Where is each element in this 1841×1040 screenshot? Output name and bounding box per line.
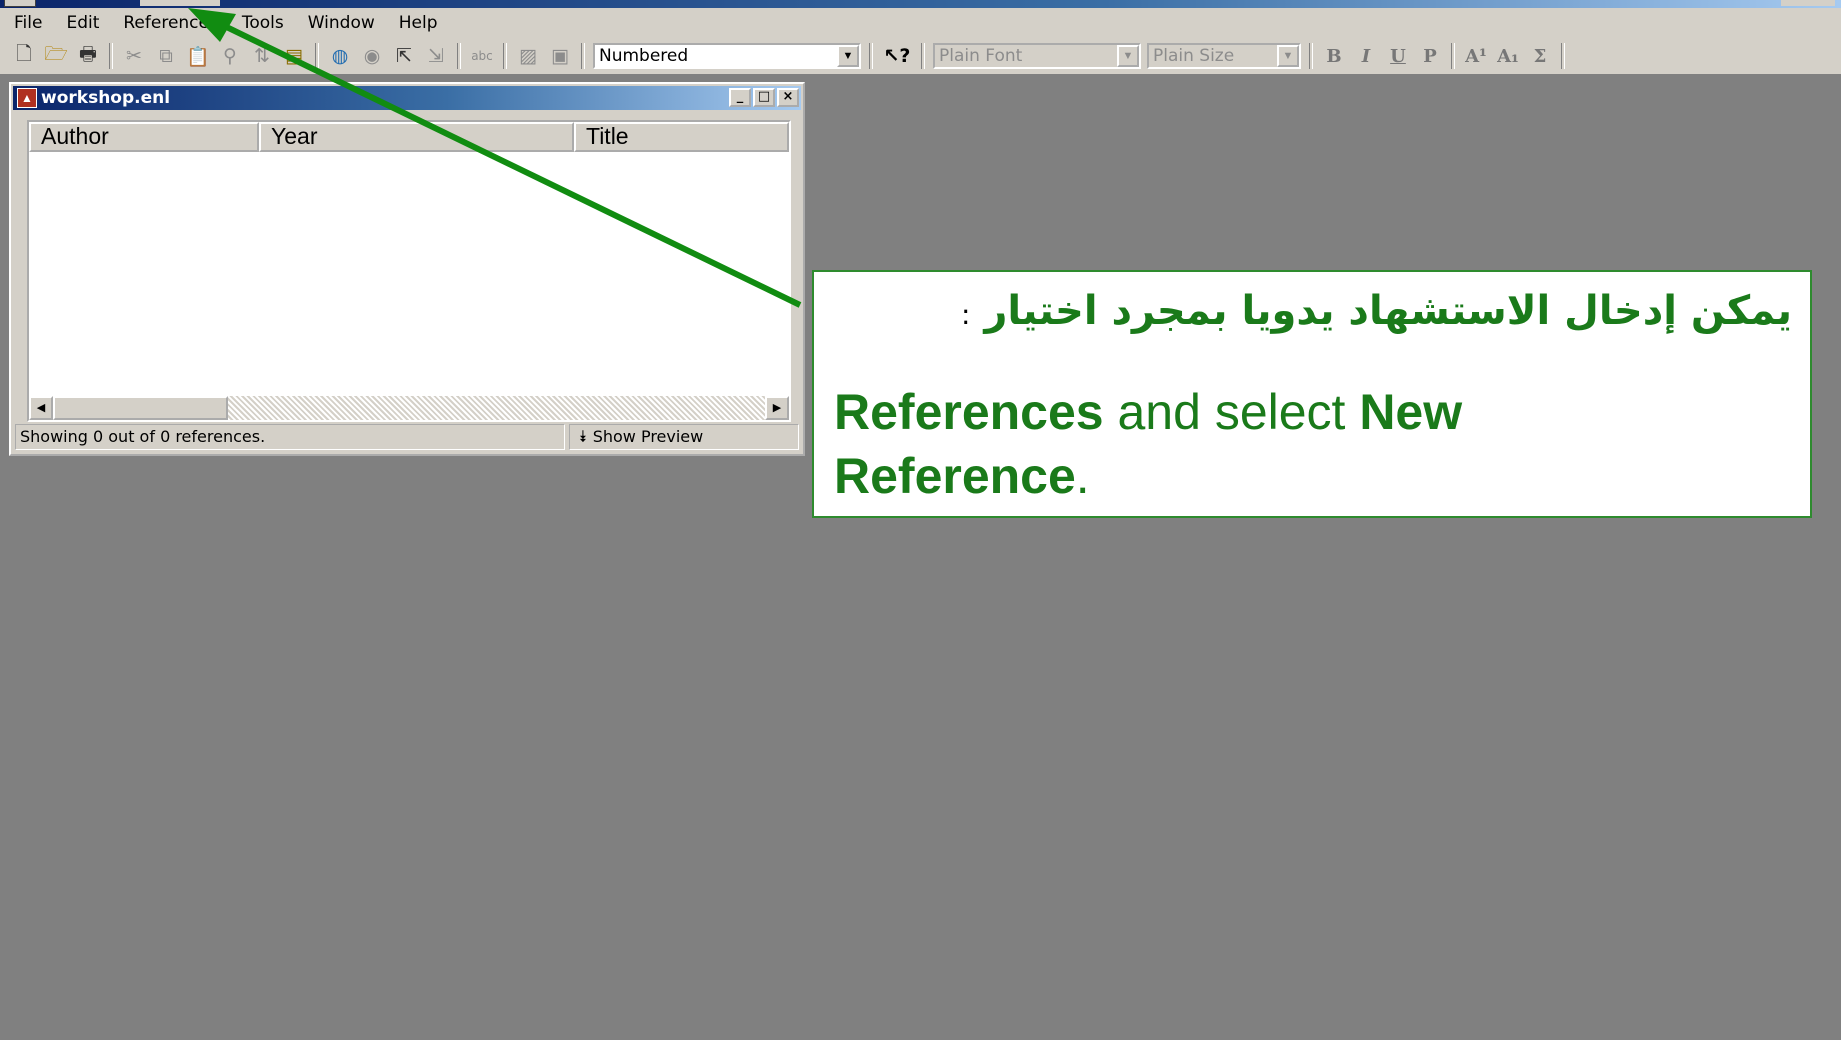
endnote-library-icon: ▲ [17, 88, 37, 108]
reference-list[interactable]: Author Year Title ◀ ▶ [27, 120, 791, 422]
image-icon[interactable]: ▣ [546, 42, 574, 70]
menu-references[interactable]: References [111, 8, 229, 38]
menu-window[interactable]: Window [296, 8, 387, 38]
reference-count-status: Showing 0 out of 0 references. [15, 424, 565, 450]
maximize-icon[interactable]: □ [753, 88, 775, 107]
font-select-value: Plain Font [939, 46, 1023, 66]
find-icon[interactable]: ⚲ [216, 42, 244, 70]
toolbar-separator [1309, 43, 1313, 69]
scroll-right-icon[interactable]: ▶ [765, 396, 789, 420]
callout-arabic-colon: : [960, 298, 971, 331]
column-headers: Author Year Title [29, 122, 789, 152]
toolbar: 🗋 🗁 🖶 ✂ ⧉ 📋 ⚲ ⇅ ▤ ◍ ◉ ⇱ ⇲ abc ▨ ▣ Number… [0, 38, 1841, 75]
figure-icon[interactable]: ▨ [514, 42, 542, 70]
import-icon[interactable]: ⇲ [422, 42, 450, 70]
menu-help[interactable]: Help [387, 8, 450, 38]
globe-icon[interactable]: ◍ [326, 42, 354, 70]
toolbar-separator [921, 43, 925, 69]
help-pointer-icon[interactable]: ↖? [880, 42, 914, 70]
app-title-bar [0, 0, 1841, 8]
search-online-icon[interactable]: ◉ [358, 42, 386, 70]
app-title [140, 0, 220, 6]
italic-icon[interactable]: I [1352, 42, 1380, 70]
library-title-bar[interactable]: ▲ workshop.enl _ □ × [13, 86, 801, 110]
toolbar-separator [457, 43, 461, 69]
menubar: File Edit References Tools Window Help [0, 8, 1841, 38]
column-header-title[interactable]: Title [574, 122, 789, 152]
toolbar-separator [1451, 43, 1455, 69]
underline-icon[interactable]: U [1384, 42, 1412, 70]
open-folder-icon[interactable]: 🗁 [42, 42, 70, 70]
minimize-icon[interactable]: _ [729, 88, 751, 107]
print-icon[interactable]: 🖶 [74, 42, 102, 70]
column-header-author[interactable]: Author [29, 122, 259, 152]
superscript-icon[interactable]: A¹ [1462, 42, 1490, 70]
menu-file[interactable]: File [0, 8, 54, 38]
toolbar-separator [869, 43, 873, 69]
layers-icon[interactable]: ▤ [280, 42, 308, 70]
menu-tools[interactable]: Tools [230, 8, 296, 38]
chevron-down-icon[interactable]: ▼ [1277, 45, 1299, 67]
library-window-controls: _ □ × [727, 88, 799, 107]
toolbar-separator [109, 43, 113, 69]
bold-icon[interactable]: B [1320, 42, 1348, 70]
toolbar-separator [581, 43, 585, 69]
toolbar-separator [1561, 43, 1565, 69]
app-window-controls[interactable] [1781, 0, 1835, 6]
callout-arabic-text: يمكن إدخال الاستشهاد يدويا بمجرد اختيار … [961, 288, 1792, 334]
cut-icon[interactable]: ✂ [120, 42, 148, 70]
toolbar-separator [315, 43, 319, 69]
new-document-icon[interactable]: 🗋 [10, 42, 38, 70]
callout-references-word: References [834, 384, 1104, 440]
size-select-value: Plain Size [1153, 46, 1235, 66]
show-preview-label: Show Preview [592, 427, 704, 446]
horizontal-scrollbar[interactable]: ◀ ▶ [29, 396, 789, 420]
callout-period: . [1075, 448, 1090, 504]
paste-icon[interactable]: 📋 [184, 42, 212, 70]
double-chevron-down-icon: ⯯ [578, 427, 593, 446]
menu-edit[interactable]: Edit [54, 8, 111, 38]
show-preview-button[interactable]: ⯯ Show Preview [569, 424, 799, 450]
sigma-icon[interactable]: Σ [1526, 42, 1554, 70]
callout-and-select: and select [1103, 384, 1360, 440]
sort-icon[interactable]: ⇅ [248, 42, 276, 70]
column-header-year[interactable]: Year [259, 122, 574, 152]
output-style-select[interactable]: Numbered ▼ [593, 43, 861, 69]
size-select[interactable]: Plain Size ▼ [1147, 43, 1301, 69]
scroll-track[interactable] [228, 396, 765, 420]
library-status-bar: Showing 0 out of 0 references. ⯯ Show Pr… [15, 424, 799, 450]
subscript-icon[interactable]: A₁ [1494, 42, 1522, 70]
app-system-icon[interactable] [4, 0, 36, 7]
plain-icon[interactable]: P [1416, 42, 1444, 70]
toolbar-separator [503, 43, 507, 69]
font-select[interactable]: Plain Font ▼ [933, 43, 1141, 69]
scroll-left-icon[interactable]: ◀ [29, 396, 53, 420]
library-title: workshop.enl [41, 88, 171, 108]
scroll-thumb[interactable] [53, 396, 228, 420]
chevron-down-icon[interactable]: ▼ [837, 45, 859, 67]
library-window: ▲ workshop.enl _ □ × Author Year Title ◀… [9, 82, 805, 456]
chevron-down-icon[interactable]: ▼ [1117, 45, 1139, 67]
copy-icon[interactable]: ⧉ [152, 42, 180, 70]
callout-english-text: References and select New Reference. [834, 380, 1534, 508]
instruction-callout: يمكن إدخال الاستشهاد يدويا بمجرد اختيار … [812, 270, 1812, 518]
spell-check-icon[interactable]: abc [468, 42, 496, 70]
callout-arabic-line: يمكن إدخال الاستشهاد يدويا بمجرد اختيار [984, 288, 1792, 334]
output-style-value: Numbered [599, 46, 689, 66]
close-icon[interactable]: × [777, 88, 799, 107]
export-icon[interactable]: ⇱ [390, 42, 418, 70]
